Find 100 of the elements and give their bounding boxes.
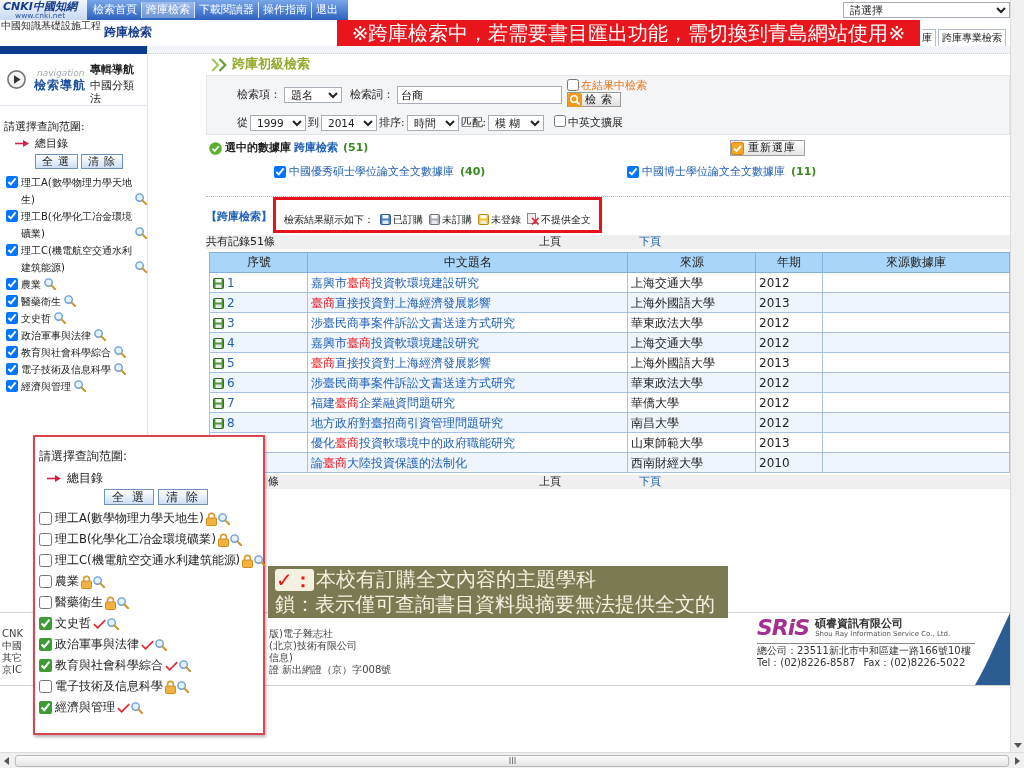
site-select[interactable]: 請選擇 (843, 2, 1010, 18)
select-all-button[interactable]: 全 選 (104, 489, 154, 505)
clear-button[interactable]: 清 除 (157, 489, 208, 505)
play-icon[interactable] (7, 70, 26, 89)
clear-button[interactable]: 清 除 (80, 154, 123, 169)
legend-text: 未訂購 (442, 212, 472, 226)
magnifier-icon[interactable] (131, 701, 143, 714)
next-page-link[interactable]: 下頁 (639, 234, 661, 250)
search-tab[interactable]: 庫 (922, 29, 936, 46)
db-link[interactable]: 跨庫檢索 (294, 140, 338, 156)
footer-text: 京IC (2, 664, 23, 676)
year-select[interactable]: 2014 (321, 115, 377, 131)
nav-link[interactable]: 下載閱讀器 (194, 2, 258, 18)
year-text: 2012 (759, 415, 790, 430)
next-page-link[interactable]: 下頁 (639, 474, 661, 490)
database-link[interactable]: 中國博士學位論文全文數據庫 (642, 164, 785, 180)
search-button[interactable]: 檢 索 (567, 92, 621, 108)
nav-link[interactable]: 退出 (311, 2, 342, 18)
footer-text: 中國 (2, 640, 23, 652)
category-label: 教育與社會科學綜合 (55, 658, 163, 673)
root-label[interactable]: 總目錄 (67, 468, 103, 488)
checkbox[interactable] (39, 512, 52, 525)
checkbox[interactable] (6, 346, 18, 358)
field-select[interactable]: 題名 (284, 87, 342, 103)
checkbox[interactable] (39, 554, 52, 567)
source-name: 華東政法大學 (631, 315, 703, 330)
checkbox[interactable] (274, 166, 286, 178)
magnifier-icon[interactable] (135, 261, 147, 273)
checkbox[interactable] (39, 701, 52, 714)
checkbox[interactable] (6, 278, 18, 290)
magnifier-icon[interactable] (117, 596, 129, 609)
year-text: 2012 (759, 395, 790, 410)
magnifier-icon[interactable] (94, 329, 106, 341)
checkbox[interactable] (6, 244, 18, 256)
scrollbar-thumb[interactable] (15, 754, 1009, 767)
checkbox[interactable] (554, 115, 567, 128)
magnifier-icon[interactable] (107, 617, 119, 630)
right-arrow-icon[interactable] (1015, 756, 1020, 765)
category-label: 教育與社會科學綜合 (21, 346, 111, 360)
search-tab[interactable]: 跨庫專業檢索 (938, 29, 1006, 46)
magnifier-icon[interactable] (179, 659, 191, 672)
category-label: 農業 (55, 574, 79, 589)
category-label: 理工C(機電航空交通水利建筑能源) (21, 244, 132, 275)
checkbox[interactable] (39, 596, 52, 609)
nav-link[interactable]: 檢索首頁 (89, 2, 141, 18)
magnifier-icon[interactable] (54, 312, 66, 324)
grip-icon (508, 757, 516, 764)
magnifier-icon[interactable] (254, 554, 266, 567)
database-link[interactable]: 中國優秀碩士學位論文全文數據庫 (289, 164, 454, 180)
magnifier-icon[interactable] (135, 193, 147, 205)
magnifier-icon[interactable] (114, 363, 126, 375)
sort-select[interactable]: 時間 (406, 115, 459, 131)
source-name: 華東政法大學 (631, 375, 703, 390)
checkbox[interactable] (6, 295, 18, 307)
search-icon (568, 92, 582, 107)
magnifier-icon[interactable] (155, 638, 167, 651)
year-select[interactable]: 1999 (250, 115, 306, 131)
magnifier-icon[interactable] (64, 295, 76, 307)
checkbox[interactable] (6, 312, 18, 324)
nav-link[interactable]: 專輯導航 (90, 63, 142, 76)
checkbox[interactable] (6, 329, 18, 341)
nav-link[interactable]: 中國分類法 (90, 79, 142, 105)
legend-text: 未登錄 (491, 212, 521, 226)
row-number: 3 (227, 315, 235, 330)
magnifier-icon[interactable] (114, 346, 126, 358)
magnifier-icon[interactable] (74, 380, 86, 392)
left-arrow-icon[interactable] (4, 756, 9, 765)
magnifier-icon[interactable] (177, 680, 189, 693)
footer-text: CNK (2, 628, 25, 640)
checkbox[interactable] (567, 79, 579, 92)
nav-label[interactable]: 檢索導航 (34, 77, 86, 92)
search-field[interactable]: 台商 (397, 86, 562, 104)
checkbox[interactable] (39, 617, 52, 630)
checkbox[interactable] (39, 575, 52, 588)
checkbox[interactable] (627, 166, 639, 178)
checkbox[interactable] (6, 176, 18, 188)
checkbox[interactable] (6, 210, 18, 222)
checkbox[interactable] (39, 680, 52, 693)
checkbox[interactable] (39, 659, 52, 672)
checkbox[interactable] (6, 363, 18, 375)
result-tag[interactable]: 【跨庫檢索】 (206, 210, 272, 233)
magnifier-icon[interactable] (135, 227, 147, 239)
record-count: (51) (343, 140, 369, 156)
select-all-button[interactable]: 全 選 (35, 154, 78, 169)
checkbox[interactable] (39, 638, 52, 651)
legend-text: 已訂購 (393, 212, 423, 226)
phone-number: Tel：(02)8226-8587 (757, 657, 856, 668)
reselect-button[interactable]: 重新選庫 (730, 140, 805, 156)
checkbox[interactable] (39, 533, 52, 546)
nav-link[interactable]: 操作指南 (258, 2, 311, 18)
magnifier-icon[interactable] (44, 278, 56, 290)
root-label[interactable]: 總目錄 (35, 135, 68, 152)
company-logo: SRiS (757, 616, 810, 640)
checkbox[interactable] (6, 380, 18, 392)
magnifier-icon[interactable] (229, 533, 242, 546)
logo-wordmark: CNKI中國知網 (3, 0, 80, 12)
match-select[interactable]: 模 糊 (488, 115, 545, 131)
magnifier-icon[interactable] (93, 575, 105, 588)
down-arrow-icon[interactable] (1013, 743, 1022, 748)
magnifier-icon[interactable] (217, 512, 230, 525)
